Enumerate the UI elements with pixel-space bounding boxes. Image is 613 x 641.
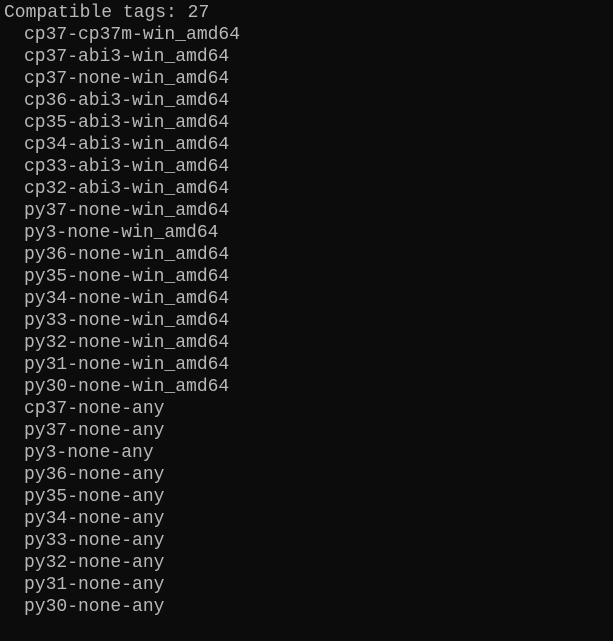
compatible-tags-header: Compatible tags: 27 bbox=[4, 2, 613, 24]
tag-entry: py36-none-win_amd64 bbox=[4, 244, 613, 266]
tag-entry: cp35-abi3-win_amd64 bbox=[4, 112, 613, 134]
tag-entry: py32-none-win_amd64 bbox=[4, 332, 613, 354]
tag-entry: cp37-none-any bbox=[4, 398, 613, 420]
header-label: Compatible tags: bbox=[4, 3, 177, 23]
tag-entry: py31-none-any bbox=[4, 574, 613, 596]
tag-entry: py32-none-any bbox=[4, 552, 613, 574]
tag-entry: cp32-abi3-win_amd64 bbox=[4, 178, 613, 200]
tag-entry: py31-none-win_amd64 bbox=[4, 354, 613, 376]
tag-entry: py30-none-win_amd64 bbox=[4, 376, 613, 398]
tag-entry: py34-none-win_amd64 bbox=[4, 288, 613, 310]
tag-entry: cp37-none-win_amd64 bbox=[4, 68, 613, 90]
tags-list: cp37-cp37m-win_amd64cp37-abi3-win_amd64c… bbox=[4, 24, 613, 618]
tag-entry: cp37-cp37m-win_amd64 bbox=[4, 24, 613, 46]
tag-entry: py34-none-any bbox=[4, 508, 613, 530]
tag-entry: py3-none-win_amd64 bbox=[4, 222, 613, 244]
tag-entry: py37-none-any bbox=[4, 420, 613, 442]
tag-entry: py33-none-win_amd64 bbox=[4, 310, 613, 332]
tag-entry: py36-none-any bbox=[4, 464, 613, 486]
tag-entry: py30-none-any bbox=[4, 596, 613, 618]
tag-entry: cp33-abi3-win_amd64 bbox=[4, 156, 613, 178]
tag-entry: cp36-abi3-win_amd64 bbox=[4, 90, 613, 112]
tag-entry: cp34-abi3-win_amd64 bbox=[4, 134, 613, 156]
tag-entry: py33-none-any bbox=[4, 530, 613, 552]
tag-entry: py37-none-win_amd64 bbox=[4, 200, 613, 222]
tag-entry: py35-none-any bbox=[4, 486, 613, 508]
tag-entry: cp37-abi3-win_amd64 bbox=[4, 46, 613, 68]
header-count: 27 bbox=[188, 3, 210, 23]
tag-entry: py3-none-any bbox=[4, 442, 613, 464]
tag-entry: py35-none-win_amd64 bbox=[4, 266, 613, 288]
